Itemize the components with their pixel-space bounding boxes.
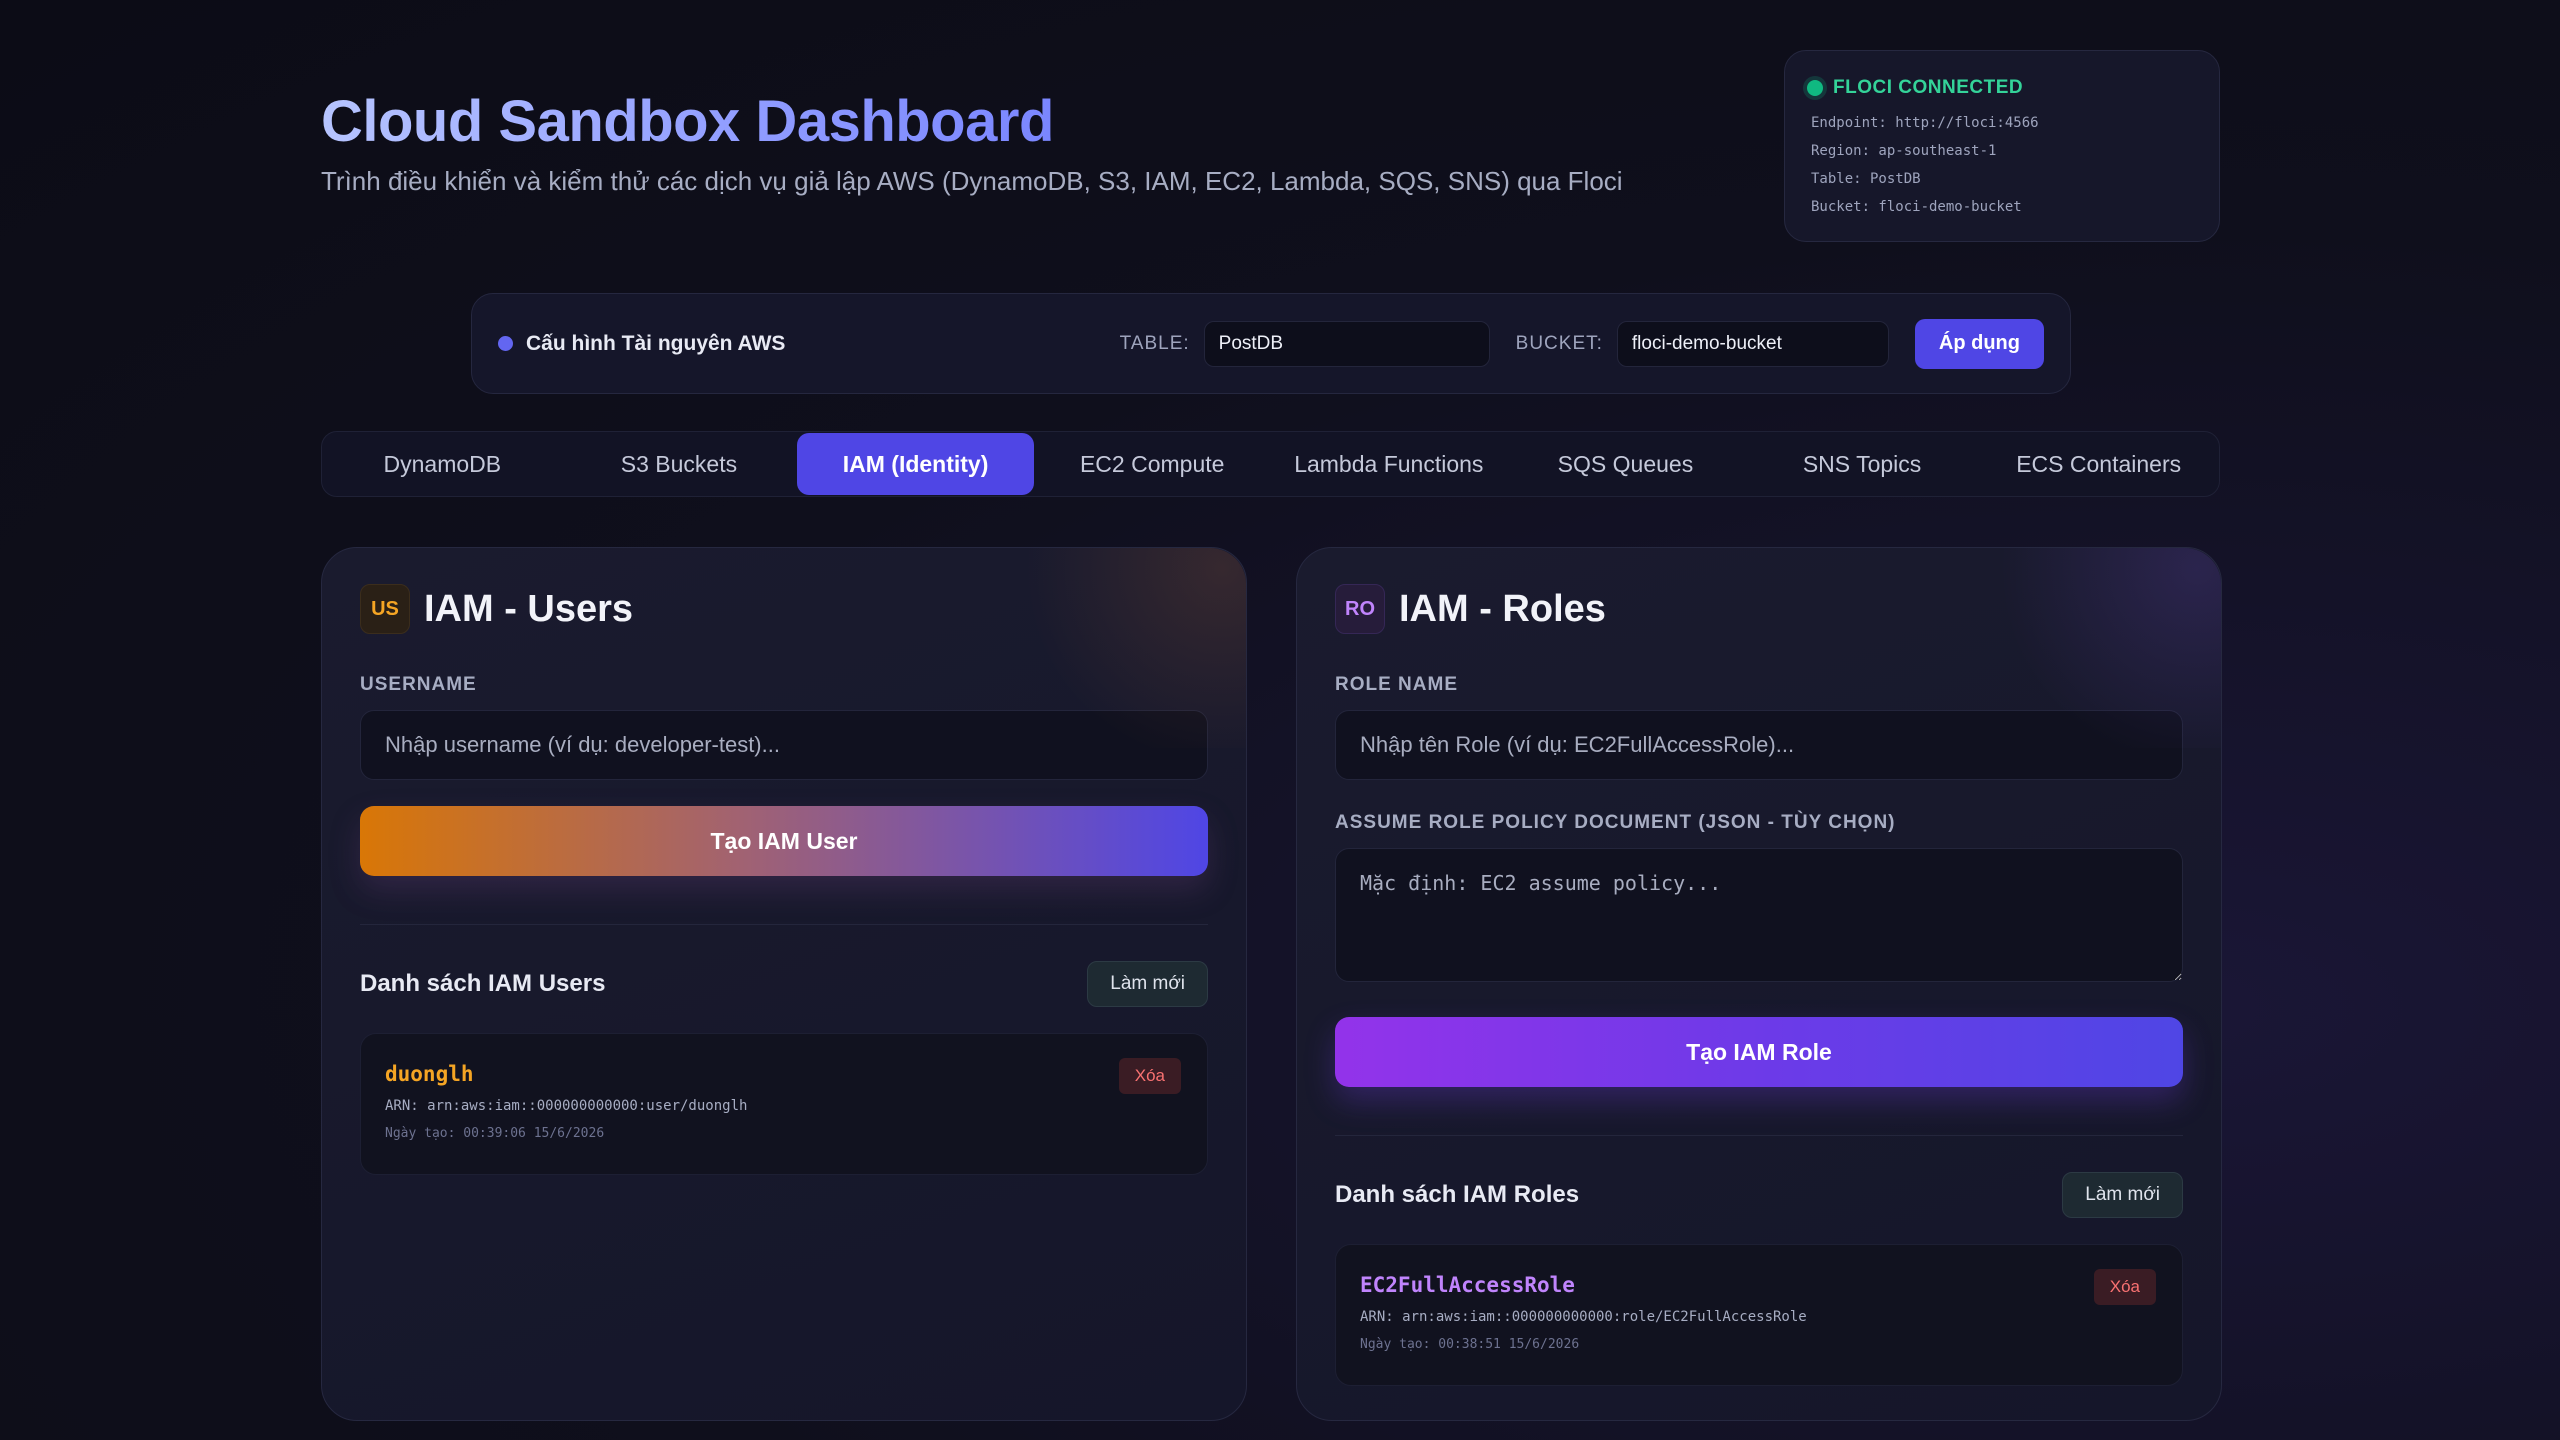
table-label: TABLE: [1119,332,1190,354]
tab-sns-topics[interactable]: SNS Topics [1744,433,1981,495]
page-subtitle: Trình điều khiển và kiểm thử các dịch vụ… [321,166,1623,196]
status-table: Table: PostDB [1811,171,1921,187]
roles-list-header: Danh sách IAM Roles Làm mới [1335,1172,2183,1218]
tab-dynamodb[interactable]: DynamoDB [324,433,561,495]
delete-role-button[interactable]: Xóa [2093,1269,2156,1305]
bucket-label: BUCKET: [1515,332,1603,354]
user-created-date: Ngày tạo: 00:39:06 15/6/2026 [385,1126,605,1141]
create-iam-user-button[interactable]: Tạo IAM User [360,806,1208,876]
iam-roles-panel: RO IAM - Roles ROLE NAME ASSUME ROLE POL… [1296,547,2222,1421]
username-label: USERNAME [360,674,477,695]
roles-badge-icon: RO [1335,584,1385,634]
role-name: EC2FullAccessRole [1360,1273,1575,1297]
service-tabs: DynamoDB S3 Buckets IAM (Identity) EC2 C… [321,431,2220,497]
resource-config-bar: Cấu hình Tài nguyên AWS TABLE: BUCKET: Á… [471,293,2071,394]
role-arn: ARN: arn:aws:iam::000000000000:role/EC2F… [1360,1309,1807,1325]
table-input[interactable] [1203,320,1490,367]
users-panel-title: IAM - Users [424,587,634,630]
list-item: duonglh ARN: arn:aws:iam::000000000000:u… [360,1033,1208,1175]
roles-refresh-button[interactable]: Làm mới [2062,1172,2183,1218]
iam-users-panel: US IAM - Users USERNAME Tạo IAM User Dan… [321,547,1247,1421]
bucket-input[interactable] [1616,320,1889,367]
delete-user-button[interactable]: Xóa [1118,1058,1181,1094]
roles-panel-header: RO IAM - Roles [1335,584,2183,634]
roles-list-title: Danh sách IAM Roles [1335,1181,1580,1208]
tab-ec2-compute[interactable]: EC2 Compute [1034,433,1271,495]
status-region: Region: ap-southeast-1 [1811,143,1997,159]
connection-status-card: FLOCI CONNECTED Endpoint: http://floci:4… [1784,50,2220,242]
tab-iam[interactable]: IAM (Identity) [797,433,1034,495]
username-input[interactable] [360,710,1208,780]
users-badge-icon: US [360,584,410,634]
role-created-date: Ngày tạo: 00:38:51 15/6/2026 [1360,1337,1580,1352]
config-title: Cấu hình Tài nguyên AWS [526,331,786,355]
role-name-input[interactable] [1335,710,2183,780]
tab-sqs-queues[interactable]: SQS Queues [1507,433,1744,495]
user-name: duonglh [385,1062,474,1086]
policy-label: ASSUME ROLE POLICY DOCUMENT (JSON - TÙY … [1335,812,1896,833]
status-endpoint: Endpoint: http://floci:4566 [1811,115,2039,131]
users-list-title: Danh sách IAM Users [360,970,606,997]
users-refresh-button[interactable]: Làm mới [1087,961,1208,1007]
tab-s3-buckets[interactable]: S3 Buckets [561,433,798,495]
list-item: EC2FullAccessRole ARN: arn:aws:iam::0000… [1335,1244,2183,1386]
role-name-label: ROLE NAME [1335,674,1458,695]
roles-panel-title: IAM - Roles [1399,587,1606,630]
page-title: Cloud Sandbox Dashboard [321,89,1054,154]
roles-divider [1335,1135,2183,1136]
user-arn: ARN: arn:aws:iam::000000000000:user/duon… [385,1098,748,1114]
status-indicator-icon [1807,80,1823,96]
config-dot-icon [498,336,513,351]
apply-button[interactable]: Áp dụng [1914,318,2044,369]
create-iam-role-button[interactable]: Tạo IAM Role [1335,1017,2183,1087]
status-title: FLOCI CONNECTED [1833,77,2024,98]
users-panel-header: US IAM - Users [360,584,1208,634]
tab-ecs-containers[interactable]: ECS Containers [1980,433,2217,495]
users-list-header: Danh sách IAM Users Làm mới [360,961,1208,1007]
status-bucket: Bucket: floci-demo-bucket [1811,199,2022,215]
tab-lambda-functions[interactable]: Lambda Functions [1271,433,1508,495]
users-divider [360,924,1208,925]
policy-document-textarea[interactable] [1335,848,2183,982]
status-header: FLOCI CONNECTED [1807,77,2197,99]
